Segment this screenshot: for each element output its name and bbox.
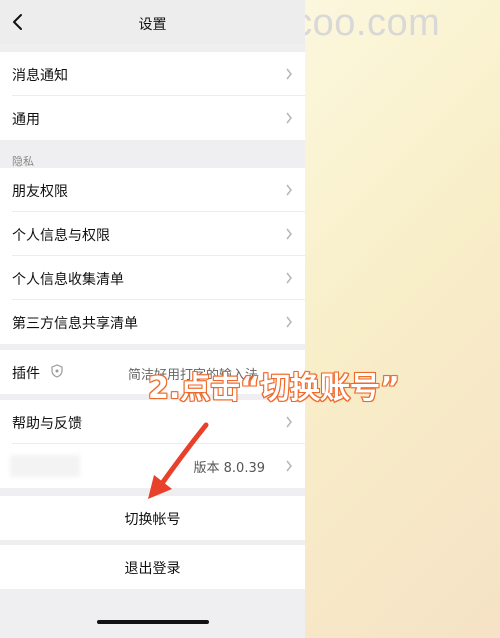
phone-screen: 设置 消息通知 通用 隐私 朋友权限 个人信息与权限 个人信息收集清单 第三方信… xyxy=(0,0,305,638)
chevron-right-icon xyxy=(286,460,292,472)
page-title: 设置 xyxy=(138,17,167,33)
chevron-right-icon xyxy=(286,272,292,284)
chevron-right-icon xyxy=(286,316,292,328)
chevron-right-icon xyxy=(286,416,292,428)
annotation-callout: 2.点击“切换账号” xyxy=(147,370,401,407)
row-label: 朋友权限 xyxy=(12,184,68,200)
chevron-right-icon xyxy=(286,228,292,240)
row-notifications[interactable]: 消息通知 xyxy=(0,52,305,96)
row-label: 第三方信息共享清单 xyxy=(12,316,138,332)
shield-icon xyxy=(51,364,63,378)
row-friend-permissions[interactable]: 朋友权限 xyxy=(0,168,305,212)
section-header-privacy: 隐私 xyxy=(12,155,34,168)
row-third-party-sharing[interactable]: 第三方信息共享清单 xyxy=(0,300,305,344)
chevron-right-icon xyxy=(286,68,292,80)
blurred-region xyxy=(10,455,80,477)
row-label: 通用 xyxy=(12,112,40,128)
settings-group-general: 消息通知 通用 xyxy=(0,52,305,140)
chevron-right-icon xyxy=(286,184,292,196)
row-label: 插件 xyxy=(12,366,40,382)
row-label: 个人信息与权限 xyxy=(12,228,110,244)
home-indicator xyxy=(97,620,209,624)
switch-account-label: 切换帐号 xyxy=(124,512,181,528)
row-label: 消息通知 xyxy=(12,68,68,84)
row-personal-info-permissions[interactable]: 个人信息与权限 xyxy=(0,212,305,256)
logout-label: 退出登录 xyxy=(124,561,181,577)
pointing-arrow-icon xyxy=(148,422,209,499)
row-personal-info-list[interactable]: 个人信息收集清单 xyxy=(0,256,305,300)
row-label: 个人信息收集清单 xyxy=(12,272,124,288)
row-general[interactable]: 通用 xyxy=(0,96,305,140)
nav-bar: 设置 xyxy=(0,0,305,44)
logout-button[interactable]: 退出登录 xyxy=(0,545,305,589)
row-label: 帮助与反馈 xyxy=(12,416,82,432)
chevron-right-icon xyxy=(286,112,292,124)
settings-group-privacy: 朋友权限 个人信息与权限 个人信息收集清单 第三方信息共享清单 xyxy=(0,168,305,344)
